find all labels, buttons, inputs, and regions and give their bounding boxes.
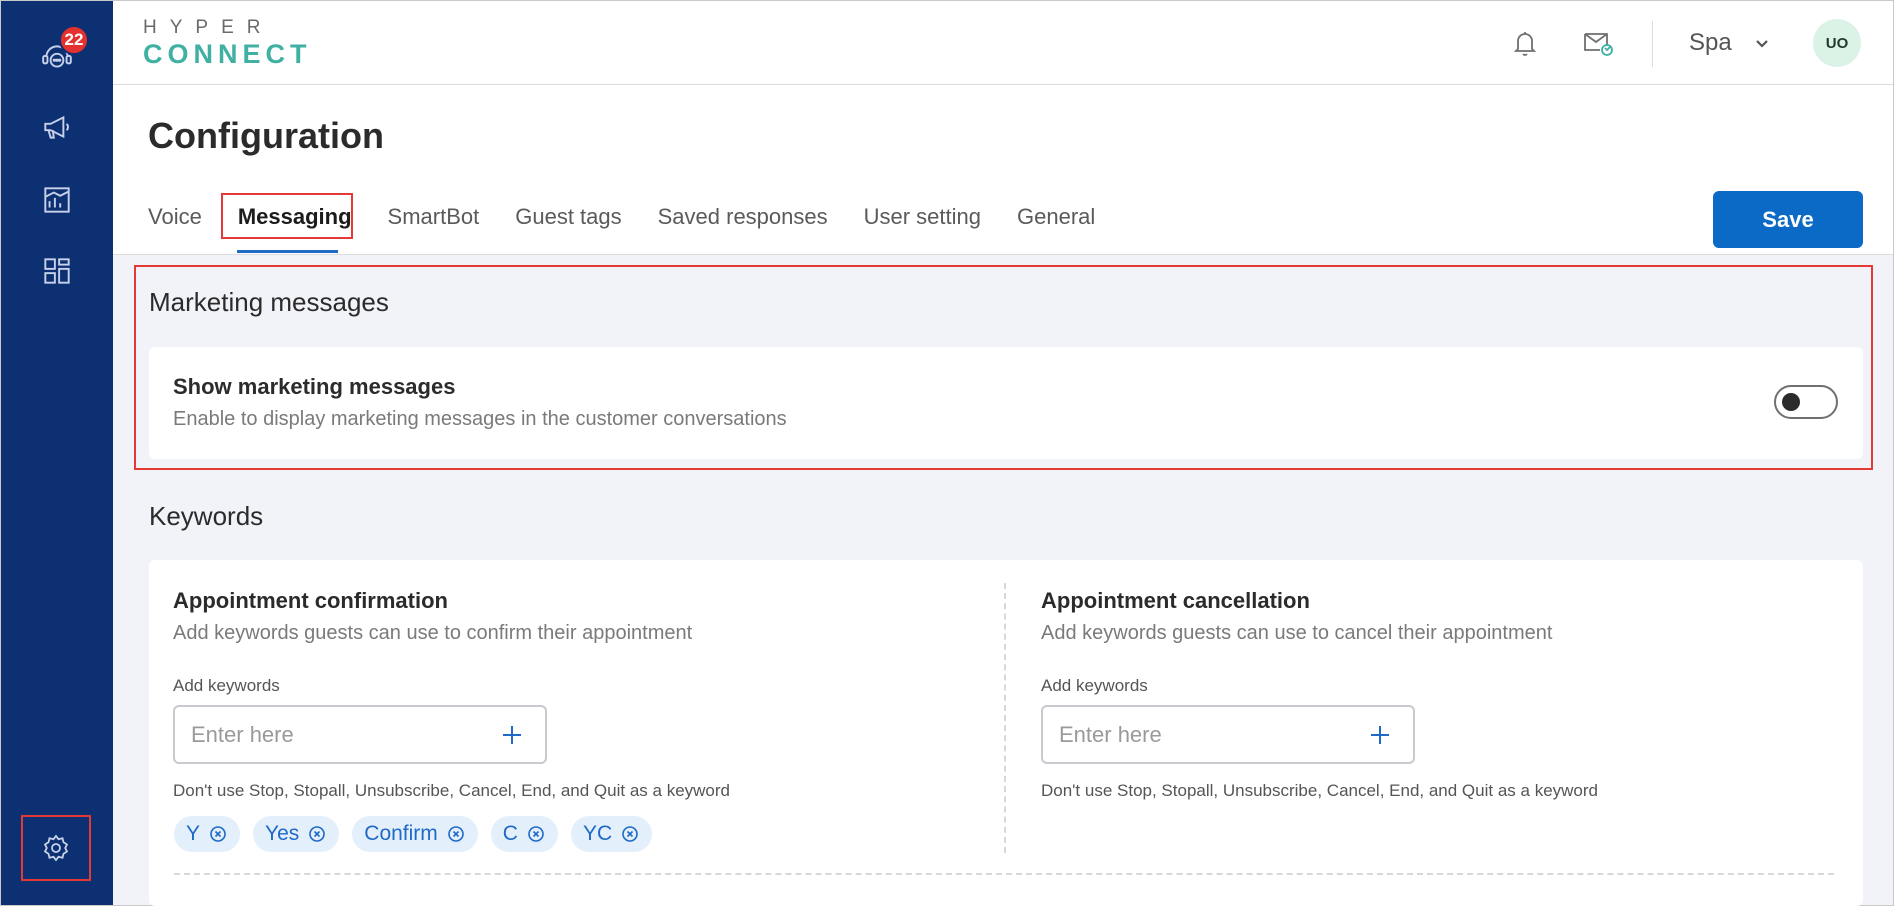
tab-user-setting[interactable]: User setting [864,196,981,238]
mail-sync-icon [1584,33,1613,56]
sidebar-settings-button[interactable] [21,815,91,881]
confirmation-add-keyword-button[interactable] [499,722,525,748]
tab-saved-responses[interactable]: Saved responses [658,196,828,238]
keywords-section-title: Keywords [149,501,264,531]
chip-label: C [502,822,518,845]
cancellation-add-keyword-button[interactable] [1367,722,1393,748]
keyword-chip: C [490,816,558,852]
chip-label: Yes [265,822,300,845]
plus-icon [1371,726,1389,744]
confirmation-description: Add keywords guests can use to confirm t… [173,622,693,644]
logo-bottom-text: CONNECT [143,39,312,69]
notification-count-badge: 22 [59,25,89,55]
toggle-knob [1782,393,1800,411]
chip-remove-button[interactable] [208,824,228,844]
grid-apps-icon [44,258,70,284]
active-tab-underline [237,250,338,253]
cancellation-keyword-field [1041,705,1415,764]
report-chart-icon [44,187,70,213]
bell-icon [1513,32,1537,56]
tab-voice[interactable]: Voice [148,196,202,238]
cancellation-hint: Don't use Stop, Stopall, Unsubscribe, Ca… [1041,781,1598,800]
keyword-chip: Y [174,816,241,852]
marketing-setting-description: Enable to display marketing messages in … [173,408,787,430]
column-divider [1004,583,1006,853]
mail-sync-button[interactable] [1578,23,1618,63]
cancellation-field-label: Add keywords [1041,676,1148,695]
sidebar-campaigns-button[interactable] [35,105,79,149]
sidebar-reports-button[interactable] [35,178,79,222]
marketing-card [149,347,1863,459]
app-logo[interactable]: HYPER CONNECT [143,17,312,69]
keyword-chip: YC [570,816,653,852]
close-circle-icon [210,826,226,842]
active-tab-highlight [221,193,353,239]
marketing-toggle[interactable] [1774,385,1838,419]
confirmation-hint: Don't use Stop, Stopall, Unsubscribe, Ca… [173,781,730,800]
chip-remove-button[interactable] [620,824,640,844]
chip-label: Y [186,822,201,845]
save-button[interactable]: Save [1713,191,1863,248]
close-circle-icon [447,826,464,842]
section-divider [174,873,1834,875]
chip-remove-button[interactable] [446,824,466,844]
page-title: Configuration [148,115,384,156]
chip-label: Confirm [364,822,438,845]
top-header: HYPER CONNECT Spa UO [113,1,1893,85]
location-selector[interactable]: Spa [1689,29,1770,57]
chip-remove-button[interactable] [526,824,546,844]
tab-general[interactable]: General [1017,196,1095,238]
tab-smartbot[interactable]: SmartBot [388,196,480,238]
confirmation-title: Appointment confirmation [173,588,448,613]
header-divider [1652,21,1653,67]
plus-icon [503,726,521,744]
cancellation-keyword-input[interactable] [1059,721,1349,749]
sidebar: 22 [1,1,113,905]
chip-remove-button[interactable] [307,824,327,844]
keyword-chip: Yes [253,816,340,852]
confirmation-keyword-chips: Y Yes Confirm C YC [174,816,653,852]
user-avatar[interactable]: UO [1813,19,1861,67]
close-circle-icon [528,826,544,842]
logo-top-text: HYPER [143,17,274,38]
chip-label: YC [582,822,613,845]
close-circle-icon [309,826,326,842]
marketing-section-title: Marketing messages [149,287,389,317]
marketing-setting-title: Show marketing messages [173,374,456,399]
sidebar-apps-button[interactable] [35,249,79,293]
notifications-button[interactable] [1505,23,1545,63]
cancellation-title: Appointment cancellation [1041,588,1310,613]
keyword-chip: Confirm [352,816,478,852]
tab-guest-tags[interactable]: Guest tags [515,196,621,238]
chevron-down-icon [1755,40,1768,48]
confirmation-field-label: Add keywords [173,676,280,695]
confirmation-keyword-input[interactable] [191,721,481,749]
gear-icon [43,834,69,862]
cancellation-description: Add keywords guests can use to cancel th… [1041,622,1553,644]
close-circle-icon [622,826,638,842]
megaphone-icon [44,115,69,139]
location-label: Spa [1689,29,1732,56]
confirmation-keyword-field [173,705,547,764]
